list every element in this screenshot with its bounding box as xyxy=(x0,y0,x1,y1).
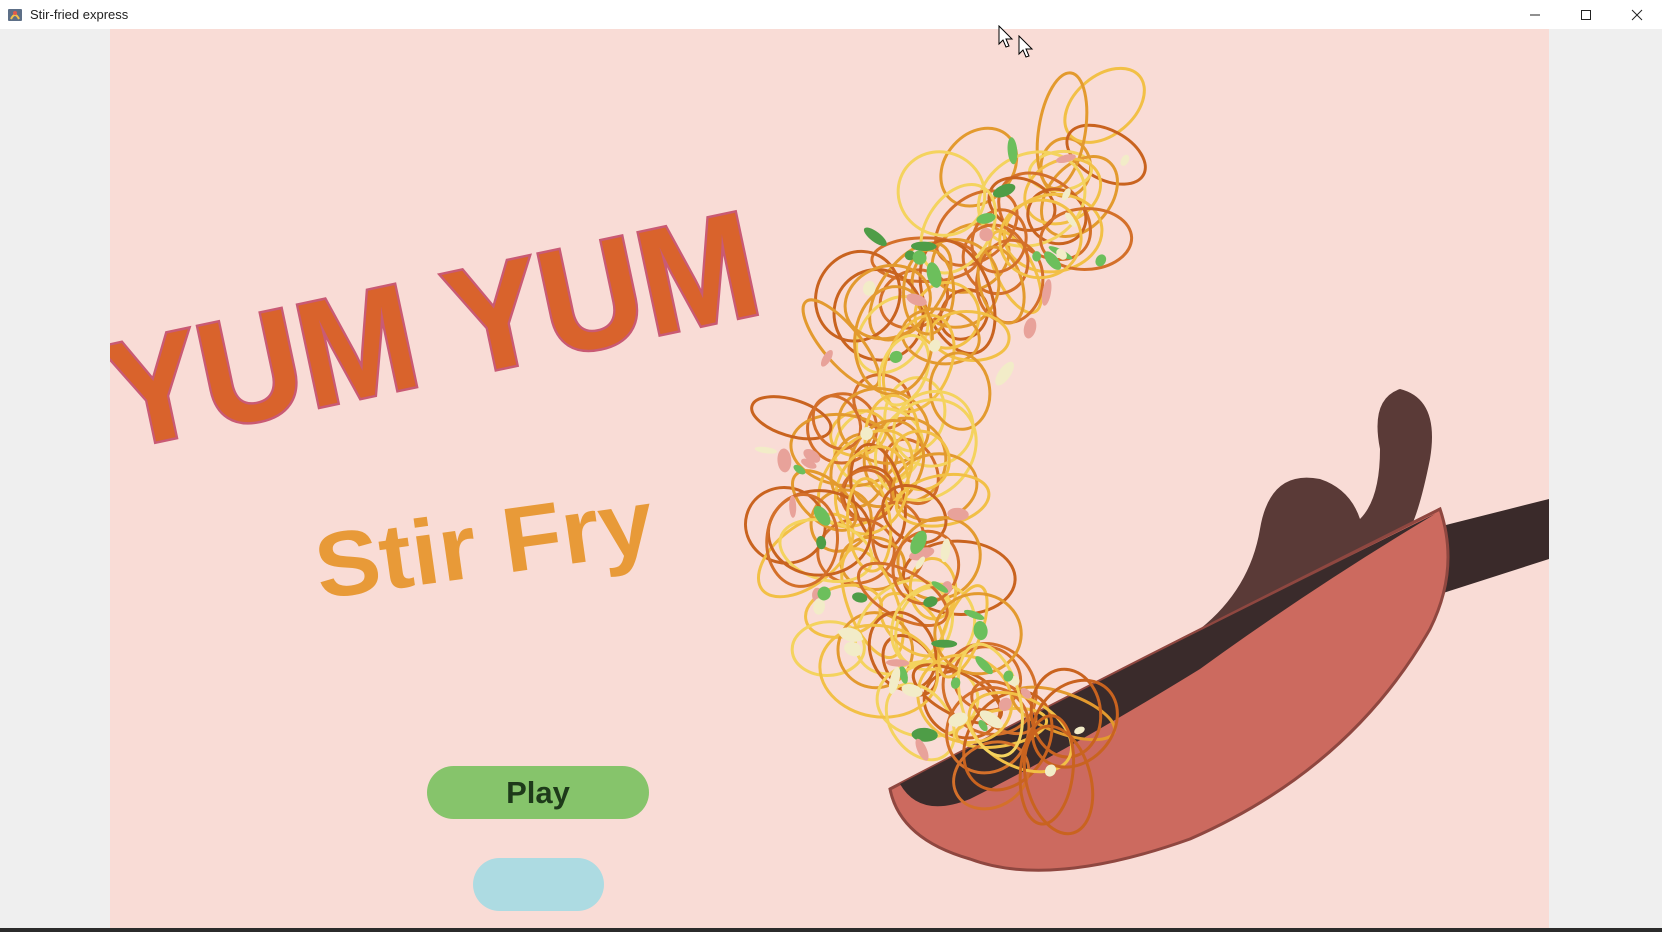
menu-artwork: YUM YUM Stir Fry xyxy=(110,66,1549,872)
java-app-icon xyxy=(6,6,24,24)
bottom-edge xyxy=(0,928,1662,932)
mouse-cursor-icon xyxy=(1018,35,1034,58)
close-button[interactable] xyxy=(1611,0,1662,29)
play-button[interactable]: Play xyxy=(427,766,649,819)
minimize-button[interactable] xyxy=(1509,0,1560,29)
title-line1: YUM YUM xyxy=(110,179,772,481)
vegetable-piece xyxy=(839,627,863,642)
window-titlebar: Stir-fried express xyxy=(0,0,1662,29)
vegetable-piece xyxy=(995,361,1014,386)
game-canvas[interactable]: YUM YUM Stir Fry Play xyxy=(110,29,1549,929)
vegetable-piece xyxy=(844,641,863,657)
vegetable-piece xyxy=(820,350,833,367)
minimize-icon xyxy=(1529,14,1540,15)
title-line2: Stir Fry xyxy=(309,470,660,618)
vegetable-piece xyxy=(1023,317,1037,339)
vegetable-piece xyxy=(863,227,887,247)
close-icon xyxy=(1631,9,1642,20)
game-title: YUM YUM Stir Fry xyxy=(110,176,775,619)
noodle-loop xyxy=(801,298,881,389)
secondary-menu-button[interactable] xyxy=(473,858,604,911)
vegetable-piece xyxy=(777,448,792,473)
vegetable-piece xyxy=(1120,154,1130,166)
vegetable-piece xyxy=(754,446,778,454)
maximize-icon xyxy=(1580,9,1591,20)
window-title: Stir-fried express xyxy=(30,7,129,22)
mouse-cursor-icon xyxy=(998,25,1014,48)
maximize-button[interactable] xyxy=(1560,0,1611,29)
